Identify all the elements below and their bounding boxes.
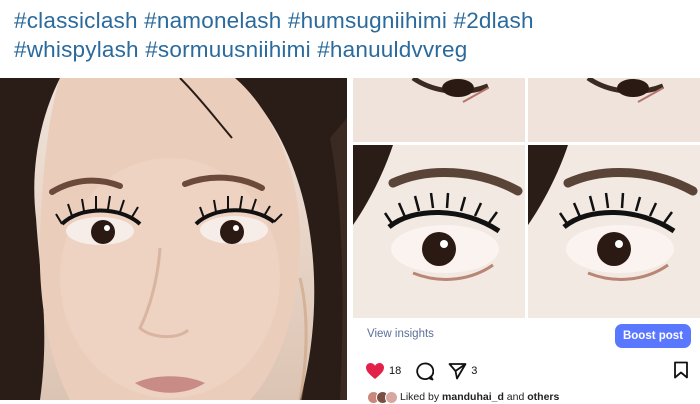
share-icon[interactable]	[448, 362, 467, 380]
comment-icon[interactable]	[415, 362, 435, 381]
liked-by-others[interactable]: others	[527, 391, 559, 403]
post-photo-main[interactable]	[0, 78, 347, 400]
liked-by-row[interactable]: Liked by manduhai_d and others	[367, 390, 559, 404]
liker-avatars	[367, 390, 398, 404]
hashtag-line-1[interactable]: #classiclash #namonelash #humsugniihimi …	[14, 6, 694, 35]
post-photo-tile-bottom-left[interactable]	[353, 145, 525, 318]
post-photo-tile-top-right[interactable]	[528, 78, 700, 142]
share-count[interactable]: 3	[471, 365, 477, 377]
liked-by-suffix: and	[506, 391, 525, 403]
reaction-row: 18 3	[365, 360, 491, 382]
hashtag-line-2[interactable]: #whispylash #sormuusniihimi #hanuuldvvre…	[14, 35, 694, 64]
like-count[interactable]: 18	[389, 365, 401, 377]
boost-post-button[interactable]: Boost post	[615, 324, 691, 348]
liked-by-prefix: Liked by	[400, 391, 440, 403]
view-insights-link[interactable]: View insights	[367, 328, 434, 340]
post-photo-tile-bottom-right[interactable]	[528, 145, 700, 318]
heart-icon[interactable]	[365, 362, 385, 380]
liked-by-user[interactable]: manduhai_d	[442, 391, 504, 403]
post-actions-bar: View insights Boost post 18 3 Liked by m…	[353, 318, 700, 404]
bookmark-icon[interactable]	[673, 361, 689, 384]
avatar	[385, 390, 398, 404]
post-caption-hashtags: #classiclash #namonelash #humsugniihimi …	[14, 6, 694, 64]
post-photo-tile-top-left[interactable]	[353, 78, 525, 142]
